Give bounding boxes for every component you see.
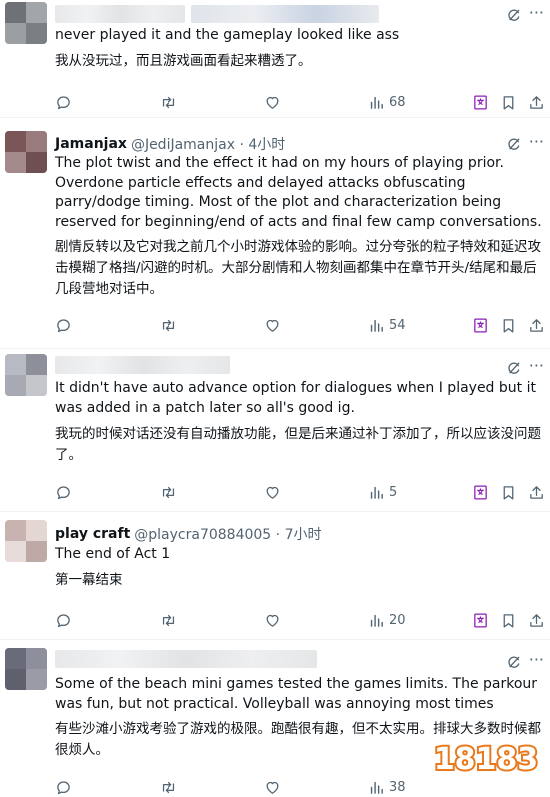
reply-icon[interactable]: [55, 315, 72, 335]
watermark-logo: 18183: [432, 740, 540, 779]
tweet-text: The end of Act 1: [55, 546, 171, 562]
share-icon[interactable]: [528, 482, 545, 502]
views-count: 20: [389, 612, 406, 628]
translate-icon[interactable]: [472, 482, 489, 502]
display-name[interactable]: Jamanjax: [55, 136, 127, 152]
bookmark-icon[interactable]: [500, 482, 517, 502]
retweet-icon[interactable]: [160, 610, 177, 630]
tweet-1[interactable]: ··· never played it and the gameplay loo…: [0, 0, 550, 118]
views-icon: [368, 317, 385, 334]
blurred-name: [55, 356, 230, 374]
blurred-name: [55, 5, 185, 23]
grok-icon[interactable]: [506, 7, 522, 23]
grok-icon[interactable]: [506, 654, 522, 670]
like-icon[interactable]: [264, 482, 281, 502]
more-icon[interactable]: ···: [529, 3, 544, 22]
tweet-3[interactable]: ··· It didn't have auto advance option f…: [0, 352, 550, 512]
tweet-text: The plot twist and the effect it had on …: [55, 155, 542, 230]
retweet-icon[interactable]: [160, 92, 177, 112]
views-button[interactable]: 68: [368, 92, 406, 112]
reply-icon[interactable]: [55, 482, 72, 502]
tweet-translation: 我从没玩过，而且游戏画面看起来糟透了。: [55, 53, 312, 69]
action-bar: 54: [0, 315, 550, 335]
tweet-4[interactable]: play craft @playcra70884005 · 7小时 The en…: [0, 516, 550, 640]
more-icon[interactable]: ···: [529, 650, 544, 669]
avatar[interactable]: [5, 520, 47, 562]
more-icon[interactable]: ···: [529, 356, 544, 375]
retweet-icon[interactable]: [160, 482, 177, 502]
translate-icon[interactable]: [472, 610, 489, 630]
share-icon[interactable]: [528, 610, 545, 630]
reply-icon[interactable]: [55, 610, 72, 630]
views-button[interactable]: 38: [368, 777, 406, 797]
bookmark-icon[interactable]: [500, 92, 517, 112]
grok-icon[interactable]: [506, 360, 522, 376]
tweet-translation: 剧情反转以及它对我之前几个小时游戏体验的影响。过分夸张的粒子特效和延迟攻击模糊了…: [55, 239, 541, 297]
tweet-header: Jamanjax @JediJamanjax · 4小时: [55, 134, 285, 154]
bookmark-icon[interactable]: [500, 315, 517, 335]
tweet-header: [55, 355, 230, 375]
retweet-icon[interactable]: [160, 777, 177, 797]
avatar[interactable]: [5, 354, 47, 396]
blurred-name: [55, 650, 317, 668]
svg-text:18183: 18183: [434, 742, 538, 777]
tweet-2[interactable]: Jamanjax @JediJamanjax · 4小时 ··· The plo…: [0, 127, 550, 349]
tweet-translation: 第一幕结束: [55, 572, 123, 588]
tweet-translation: 我玩的时候对话还没有自动播放功能，但是后来通过补丁添加了，所以应该没问题了。: [55, 426, 541, 463]
display-name[interactable]: play craft: [55, 526, 130, 542]
translate-icon[interactable]: [472, 92, 489, 112]
views-button[interactable]: 54: [368, 315, 406, 335]
views-button[interactable]: 5: [368, 482, 397, 502]
action-bar: 38: [0, 777, 550, 797]
reply-icon[interactable]: [55, 92, 72, 112]
translate-icon[interactable]: [472, 315, 489, 335]
bookmark-icon[interactable]: [500, 610, 517, 630]
tweet-text: Some of the beach mini games tested the …: [55, 676, 538, 712]
like-icon[interactable]: [264, 92, 281, 112]
like-icon[interactable]: [264, 777, 281, 797]
views-count: 54: [389, 317, 406, 333]
avatar[interactable]: [5, 648, 47, 690]
like-icon[interactable]: [264, 315, 281, 335]
views-count: 5: [389, 484, 398, 500]
blurred-handle: [191, 5, 379, 23]
like-icon[interactable]: [264, 610, 281, 630]
retweet-icon[interactable]: [160, 315, 177, 335]
views-icon: [368, 94, 385, 111]
views-icon: [368, 612, 385, 629]
tweet-header: play craft @playcra70884005 · 7小时: [55, 524, 321, 544]
action-bar: 68: [0, 92, 550, 112]
grok-icon[interactable]: [506, 136, 522, 152]
handle-and-time[interactable]: @playcra70884005 · 7小时: [134, 524, 321, 544]
tweet-text: It didn't have auto advance option for d…: [55, 380, 536, 416]
handle-and-time[interactable]: @JediJamanjax · 4小时: [131, 134, 285, 154]
more-icon[interactable]: ···: [529, 132, 544, 151]
tweet-text: never played it and the gameplay looked …: [55, 27, 400, 43]
share-icon[interactable]: [528, 92, 545, 112]
tweet-header: [55, 4, 379, 24]
action-bar: 5: [0, 482, 550, 502]
reply-icon[interactable]: [55, 777, 72, 797]
views-count: 68: [389, 94, 406, 110]
avatar[interactable]: [5, 2, 47, 44]
action-bar: 20: [0, 610, 550, 630]
views-count: 38: [389, 779, 406, 795]
views-icon: [368, 484, 385, 501]
tweet-header: [55, 649, 317, 669]
avatar[interactable]: [5, 131, 47, 173]
views-button[interactable]: 20: [368, 610, 406, 630]
share-icon[interactable]: [528, 315, 545, 335]
